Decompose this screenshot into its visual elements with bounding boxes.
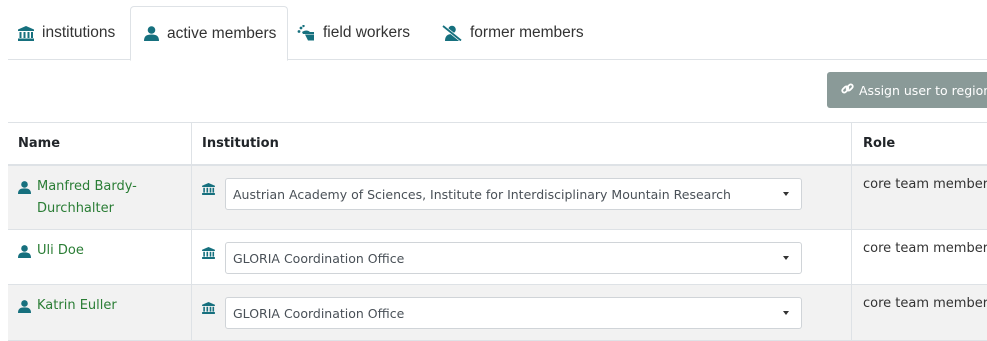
role-text: core team member [863, 296, 987, 311]
table-header-row: Name Institution Role [8, 123, 987, 166]
institution-cell: GLORIA Coordination Office [191, 285, 851, 340]
member-tabs: institutions active members field worker… [8, 6, 987, 61]
user-icon [18, 243, 31, 262]
tab-former-members-label: former members [470, 24, 584, 41]
institution-select[interactable]: GLORIA Coordination Office [225, 297, 802, 329]
column-header-institution[interactable]: Institution [191, 123, 851, 164]
name-cell: Katrin Euller [8, 285, 191, 340]
tab-field-workers-label: field workers [323, 24, 410, 41]
institution-icon [18, 25, 34, 41]
name-cell: Uli Doe [8, 230, 191, 284]
institution-select-value: Austrian Academy of Sciences, Institute … [233, 186, 731, 202]
table-row: Katrin Euller GLORIA Coordination Office… [8, 285, 987, 341]
member-name-link[interactable]: Manfred Bardy- Durchhalter [37, 176, 137, 220]
role-cell: core team member [851, 285, 987, 340]
institution-icon [202, 299, 215, 318]
member-name-link[interactable]: Uli Doe [37, 240, 84, 262]
institution-select[interactable]: GLORIA Coordination Office [225, 242, 802, 274]
user-slash-icon [442, 25, 462, 41]
assign-button-label: Assign user to region [859, 82, 987, 98]
user-icon [144, 26, 159, 41]
institution-icon [202, 180, 215, 199]
institution-select-value: GLORIA Coordination Office [233, 305, 405, 321]
role-text: core team member [863, 241, 987, 256]
name-cell: Manfred Bardy- Durchhalter [8, 166, 191, 229]
table-row: Uli Doe GLORIA Coordination Office core … [8, 230, 987, 285]
table-row: Manfred Bardy- Durchhalter Austrian Acade… [8, 166, 987, 230]
tab-institutions-label: institutions [42, 24, 116, 41]
role-text: core team member [863, 177, 987, 192]
role-cell: core team member [851, 230, 987, 284]
tab-institutions[interactable]: institutions [18, 6, 115, 60]
user-icon [18, 298, 31, 317]
role-cell: core team member [851, 166, 987, 229]
institution-select-value: GLORIA Coordination Office [233, 250, 405, 266]
institution-icon [202, 244, 215, 263]
tab-active-members-label: active members [167, 24, 277, 42]
tab-active-members[interactable]: active members [130, 6, 288, 61]
member-name-link[interactable]: Katrin Euller [37, 295, 117, 317]
institution-cell: GLORIA Coordination Office [191, 230, 851, 284]
chevron-down-icon [783, 256, 789, 260]
institution-select[interactable]: Austrian Academy of Sciences, Institute … [225, 178, 802, 210]
column-header-name[interactable]: Name [8, 123, 191, 164]
column-header-role[interactable]: Role [851, 123, 987, 164]
institution-cell: Austrian Academy of Sciences, Institute … [191, 166, 851, 229]
assign-user-to-region-button[interactable]: Assign user to region [827, 72, 987, 108]
user-icon [18, 179, 31, 198]
link-icon [841, 82, 854, 98]
tab-former-members[interactable]: former members [442, 6, 584, 60]
chevron-down-icon [783, 311, 789, 315]
members-table: Name Institution Role Manfred Bardy- Durc… [8, 122, 987, 341]
tab-field-workers[interactable]: field workers [297, 6, 410, 60]
field-worker-icon [297, 25, 315, 41]
chevron-down-icon [783, 192, 789, 196]
